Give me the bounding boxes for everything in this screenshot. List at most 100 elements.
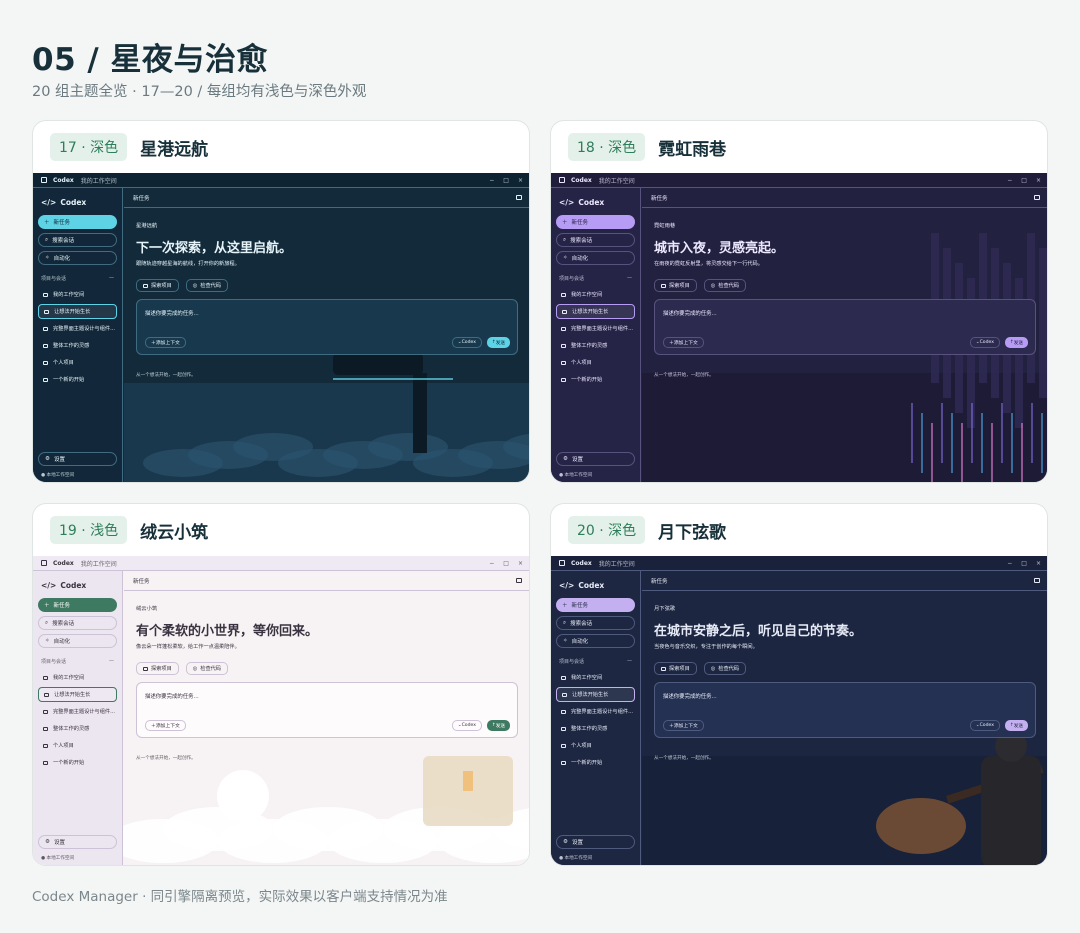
window-titlebar: Codex 我的工作空间 − □ × bbox=[33, 556, 529, 571]
new-task-button[interactable]: ＋新任务 bbox=[556, 215, 635, 229]
task-composer[interactable]: 描述你要完成的任务... ＋ 添加上下文 ⌄ Codex ↑ 发送 bbox=[654, 299, 1036, 355]
panel-icon[interactable] bbox=[516, 578, 522, 583]
sidebar-toggle-icon[interactable] bbox=[559, 560, 565, 566]
model-select[interactable]: ⌄ Codex bbox=[969, 720, 1000, 731]
new-task-button[interactable]: ＋新任务 bbox=[38, 215, 117, 229]
project-list: 我的工作空间 让想法开始生长 完整界面主题设计与组件... 整体工作的灵感 个人项目一个… bbox=[556, 670, 635, 770]
project-item[interactable]: 完整界面主题设计与组件... bbox=[556, 321, 635, 336]
search-button[interactable]: ⌕ 搜索会话 bbox=[556, 616, 635, 630]
project-item[interactable]: 个人项目 bbox=[38, 738, 117, 753]
add-context-button[interactable]: ＋ 添加上下文 bbox=[145, 720, 186, 731]
project-item[interactable]: 整体工作的灵感 bbox=[556, 721, 635, 736]
project-item[interactable]: 我的工作空间 bbox=[38, 287, 117, 302]
close-icon[interactable]: × bbox=[518, 560, 523, 567]
project-item[interactable]: 个人项目 bbox=[556, 738, 635, 753]
send-button[interactable]: ↑ 发送 bbox=[1004, 720, 1028, 731]
project-item[interactable]: 整体工作的灵感 bbox=[38, 338, 117, 353]
maximize-icon[interactable]: □ bbox=[503, 560, 509, 567]
project-item[interactable]: 一个新的开始 bbox=[38, 755, 117, 770]
theme-kicker: 月下弦歌 bbox=[654, 606, 676, 612]
new-task-button[interactable]: ＋新任务 bbox=[38, 598, 117, 612]
task-composer[interactable]: 描述你要完成的任务... ＋ 添加上下文 ⌄ Codex ↑ 发送 bbox=[136, 299, 518, 355]
project-item[interactable]: 让想法开始生长 bbox=[38, 304, 117, 319]
maximize-icon[interactable]: □ bbox=[1021, 560, 1027, 567]
theme-card-19[interactable]: 19 · 浅色 绒云小筑 Codex 我的工作空间 − □ × </> Codex… bbox=[32, 503, 530, 866]
minimize-icon[interactable]: − bbox=[1007, 177, 1012, 184]
theme-card-17[interactable]: 17 · 深色 星港远航 Codex 我的工作空间 − □ × </> Codex… bbox=[32, 120, 530, 483]
review-code-button[interactable]: ◎ 检查代码 bbox=[703, 279, 747, 292]
explore-project-button[interactable]: 探索项目 bbox=[136, 662, 179, 675]
project-item[interactable]: 我的工作空间 bbox=[556, 287, 635, 302]
model-select[interactable]: ⌄ Codex bbox=[969, 337, 1000, 348]
settings-button[interactable]: ⚙ 设置 bbox=[38, 835, 117, 849]
add-context-button[interactable]: ＋ 添加上下文 bbox=[145, 337, 186, 348]
project-item[interactable]: 让想法开始生长 bbox=[556, 304, 635, 319]
send-button[interactable]: ↑ 发送 bbox=[1004, 337, 1028, 348]
project-item[interactable]: 一个新的开始 bbox=[556, 372, 635, 387]
add-context-button[interactable]: ＋ 添加上下文 bbox=[663, 337, 704, 348]
automation-button[interactable]: ✧ 自动化 bbox=[556, 634, 635, 648]
composer-hint: 从一个想法开始，一起创作。 bbox=[654, 756, 714, 761]
project-item[interactable]: 整体工作的灵感 bbox=[38, 721, 117, 736]
send-button[interactable]: ↑ 发送 bbox=[486, 337, 510, 348]
task-composer[interactable]: 描述你要完成的任务... ＋ 添加上下文 ⌄ Codex ↑ 发送 bbox=[136, 682, 518, 738]
theme-card-20[interactable]: 20 · 深色 月下弦歌 Codex 我的工作空间 − □ × </> Codex… bbox=[550, 503, 1048, 866]
minimize-icon[interactable]: − bbox=[1007, 560, 1012, 567]
sidebar-toggle-icon[interactable] bbox=[41, 177, 47, 183]
explore-project-button[interactable]: 探索项目 bbox=[654, 279, 697, 292]
theme-card-18[interactable]: 18 · 深色 霓虹雨巷 Codex 我的工作空间 − □ × </> Codex… bbox=[550, 120, 1048, 483]
review-code-button[interactable]: ◎ 检查代码 bbox=[185, 279, 229, 292]
project-item[interactable]: 完整界面主题设计与组件... bbox=[38, 321, 117, 336]
panel-icon[interactable] bbox=[1034, 195, 1040, 200]
folder-icon bbox=[561, 743, 566, 748]
sidebar: </> Codex ＋新任务 ⌕ 搜索会话 ✧ 自动化 项目与会话 — 我的工作空间 让想… bbox=[33, 188, 123, 482]
workspace-name: 我的工作空间 bbox=[598, 177, 635, 185]
folder-icon bbox=[43, 743, 48, 748]
search-icon: ⌕ bbox=[45, 619, 49, 626]
automation-button[interactable]: ✧ 自动化 bbox=[556, 251, 635, 265]
settings-button[interactable]: ⚙ 设置 bbox=[38, 452, 117, 466]
minimize-icon[interactable]: − bbox=[489, 177, 494, 184]
new-task-button[interactable]: ＋新任务 bbox=[556, 598, 635, 612]
model-select[interactable]: ⌄ Codex bbox=[451, 337, 482, 348]
project-item[interactable]: 个人项目 bbox=[556, 355, 635, 370]
project-item[interactable]: 一个新的开始 bbox=[38, 372, 117, 387]
maximize-icon[interactable]: □ bbox=[503, 177, 509, 184]
maximize-icon[interactable]: □ bbox=[1021, 177, 1027, 184]
panel-icon[interactable] bbox=[1034, 578, 1040, 583]
automation-button[interactable]: ✧ 自动化 bbox=[38, 634, 117, 648]
project-item[interactable]: 整体工作的灵感 bbox=[556, 338, 635, 353]
model-select[interactable]: ⌄ Codex bbox=[451, 720, 482, 731]
send-button[interactable]: ↑ 发送 bbox=[486, 720, 510, 731]
review-code-button[interactable]: ◎ 检查代码 bbox=[185, 662, 229, 675]
project-item[interactable]: 完整界面主题设计与组件... bbox=[556, 704, 635, 719]
close-icon[interactable]: × bbox=[518, 177, 523, 184]
project-item[interactable]: 我的工作空间 bbox=[556, 670, 635, 685]
project-item[interactable]: 个人项目 bbox=[38, 355, 117, 370]
close-icon[interactable]: × bbox=[1036, 177, 1041, 184]
task-composer[interactable]: 描述你要完成的任务... ＋ 添加上下文 ⌄ Codex ↑ 发送 bbox=[654, 682, 1036, 738]
minimize-icon[interactable]: − bbox=[489, 560, 494, 567]
search-button[interactable]: ⌕ 搜索会话 bbox=[38, 616, 117, 630]
folder-icon bbox=[43, 675, 48, 680]
project-item[interactable]: 让想法开始生长 bbox=[38, 687, 117, 702]
settings-button[interactable]: ⚙ 设置 bbox=[556, 835, 635, 849]
project-item-label: 一个新的开始 bbox=[571, 760, 603, 766]
sidebar-toggle-icon[interactable] bbox=[41, 560, 47, 566]
project-item[interactable]: 让想法开始生长 bbox=[556, 687, 635, 702]
panel-icon[interactable] bbox=[516, 195, 522, 200]
close-icon[interactable]: × bbox=[1036, 560, 1041, 567]
settings-button[interactable]: ⚙ 设置 bbox=[556, 452, 635, 466]
hero-headline: 在城市安静之后，听见自己的节奏。 bbox=[654, 624, 863, 639]
add-context-button[interactable]: ＋ 添加上下文 bbox=[663, 720, 704, 731]
explore-project-button[interactable]: 探索项目 bbox=[654, 662, 697, 675]
automation-button[interactable]: ✧ 自动化 bbox=[38, 251, 117, 265]
project-item[interactable]: 完整界面主题设计与组件... bbox=[38, 704, 117, 719]
search-button[interactable]: ⌕ 搜索会话 bbox=[556, 233, 635, 247]
review-code-button[interactable]: ◎ 检查代码 bbox=[703, 662, 747, 675]
search-button[interactable]: ⌕ 搜索会话 bbox=[38, 233, 117, 247]
project-item[interactable]: 一个新的开始 bbox=[556, 755, 635, 770]
project-item[interactable]: 我的工作空间 bbox=[38, 670, 117, 685]
explore-project-button[interactable]: 探索项目 bbox=[136, 279, 179, 292]
sidebar-toggle-icon[interactable] bbox=[559, 177, 565, 183]
